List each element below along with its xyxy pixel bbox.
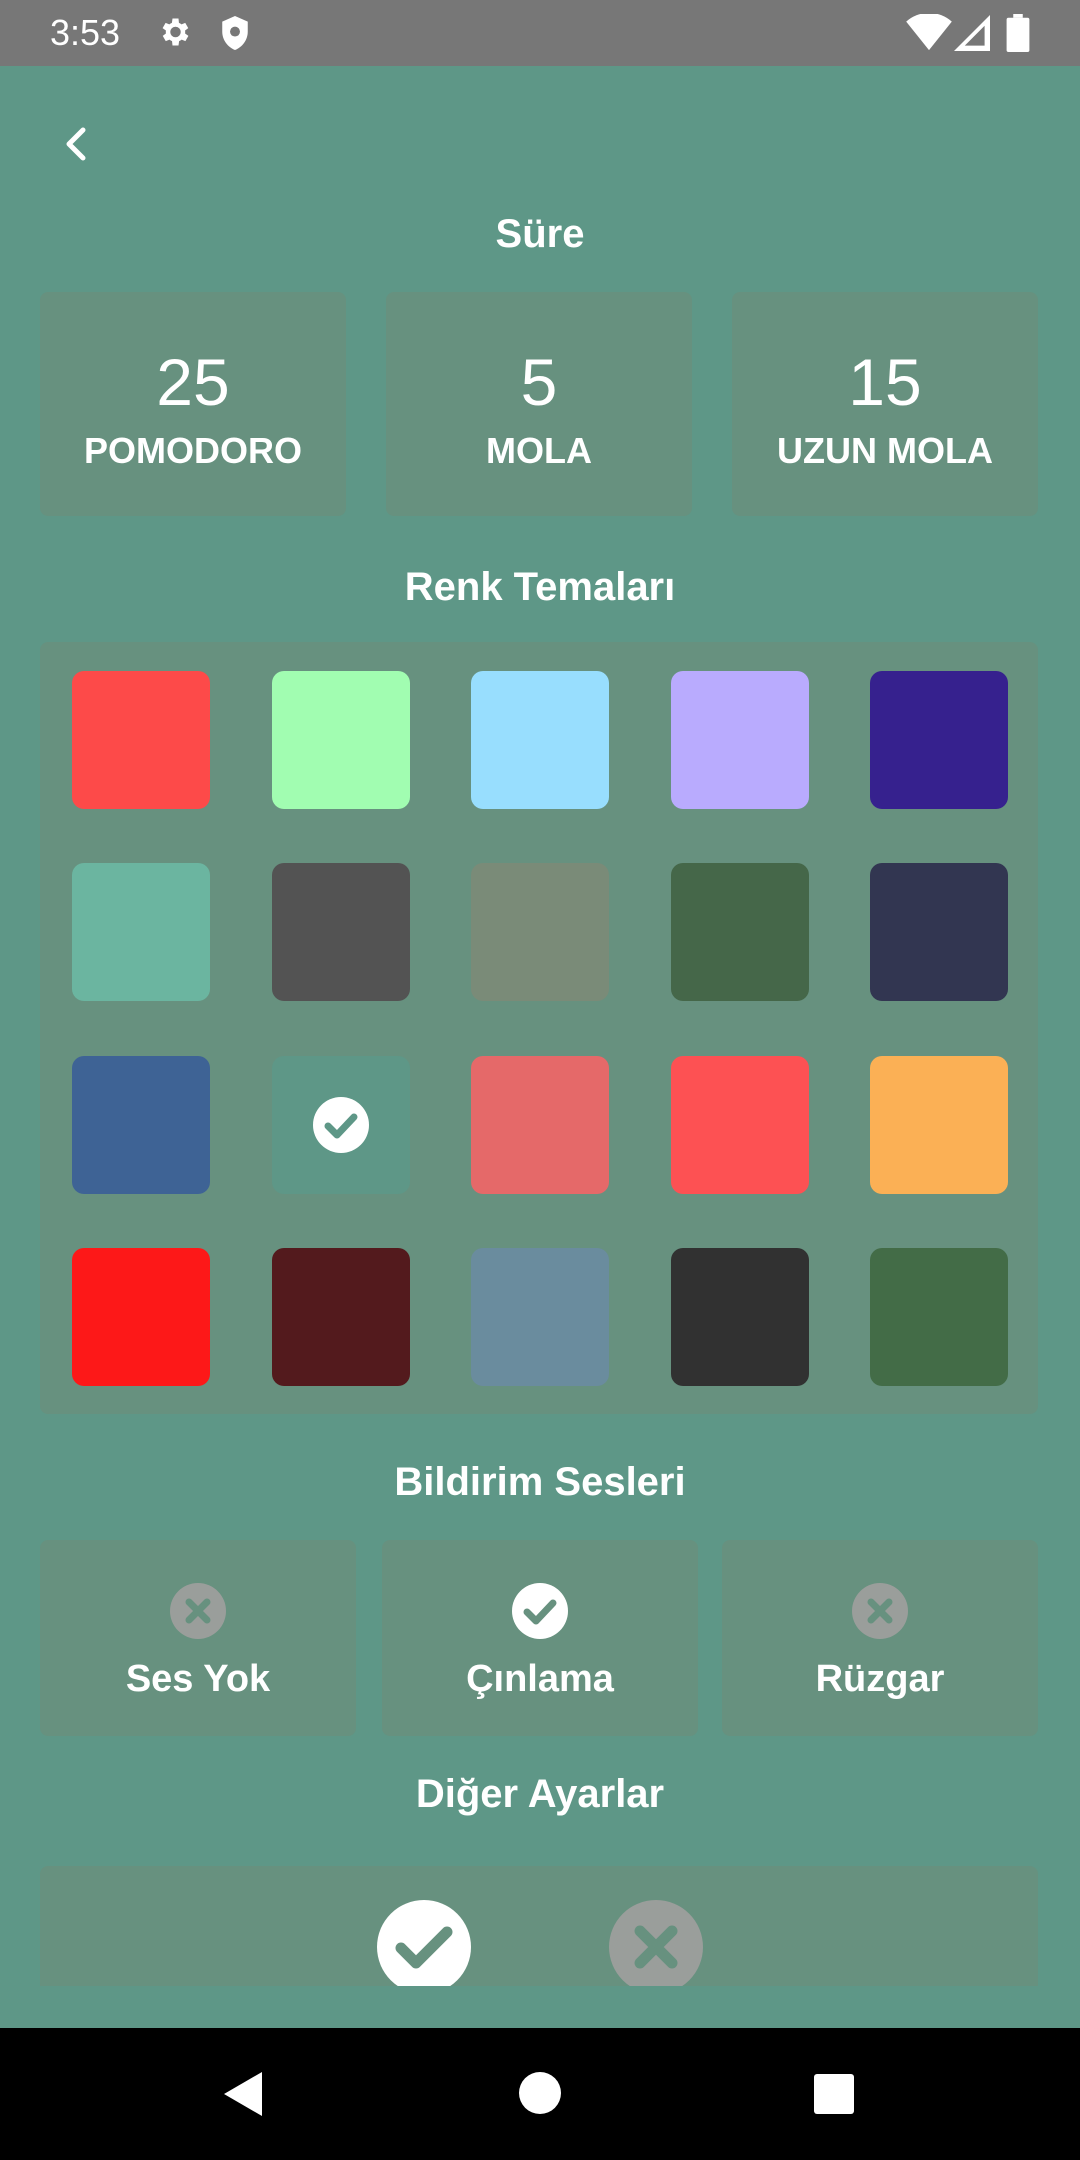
triangle-back-icon [224, 2072, 262, 2116]
check-circle-icon [377, 1900, 471, 1986]
color-swatch[interactable] [72, 671, 210, 809]
color-swatch[interactable] [870, 863, 1008, 1001]
section-title-other: Diğer Ayarlar [415, 1772, 665, 1816]
other-settings-card [40, 1866, 1038, 1986]
color-swatch[interactable] [671, 1056, 809, 1194]
color-swatch[interactable] [272, 1248, 410, 1386]
sound-label: Çınlama [466, 1658, 614, 1700]
color-swatch[interactable] [272, 671, 410, 809]
toggle-on-button[interactable] [377, 1900, 471, 1986]
chevron-left-icon [61, 124, 91, 169]
battery-icon [1006, 14, 1030, 57]
section-title-duration: Süre [495, 212, 585, 256]
navigation-bar [0, 2028, 1080, 2160]
x-circle-icon [170, 1583, 226, 1639]
nav-back-button[interactable] [222, 2070, 264, 2123]
color-swatch[interactable] [870, 1248, 1008, 1386]
section-title-sounds: Bildirim Sesleri [394, 1460, 686, 1504]
sound-option-wind[interactable]: Rüzgar [722, 1540, 1038, 1736]
duration-value: 15 [848, 345, 922, 419]
duration-card-break[interactable]: 5 MOLA [386, 292, 692, 516]
color-swatch[interactable] [671, 1248, 809, 1386]
x-circle-icon [852, 1583, 908, 1639]
duration-label: MOLA [486, 430, 592, 471]
color-swatch[interactable] [471, 671, 609, 809]
square-recents-icon [814, 2074, 854, 2114]
duration-value: 5 [520, 345, 558, 419]
wifi-icon [906, 12, 952, 57]
x-circle-icon [609, 1900, 703, 1986]
sound-label: Ses Yok [125, 1658, 271, 1700]
sound-option-none[interactable]: Ses Yok [40, 1540, 356, 1736]
back-button[interactable] [48, 118, 104, 174]
duration-label: POMODORO [83, 430, 302, 471]
color-swatch[interactable] [72, 1056, 210, 1194]
color-swatch[interactable] [72, 863, 210, 1001]
color-swatch[interactable] [471, 1248, 609, 1386]
color-swatch[interactable] [471, 1056, 609, 1194]
status-time: 3:53 [50, 12, 121, 53]
sound-option-chime[interactable]: Çınlama [382, 1540, 698, 1736]
color-swatch[interactable] [870, 1056, 1008, 1194]
color-swatch[interactable] [671, 863, 809, 1001]
check-circle-icon [512, 1583, 568, 1639]
nav-home-button[interactable] [519, 2072, 561, 2119]
color-swatch[interactable] [272, 863, 410, 1001]
duration-card-long-break[interactable]: 15 UZUN MOLA [732, 292, 1038, 516]
circle-home-icon [519, 2072, 561, 2114]
color-swatch[interactable] [870, 671, 1008, 809]
color-theme-grid [40, 642, 1038, 1414]
duration-card-pomodoro[interactable]: 25 POMODORO [40, 292, 346, 516]
nav-recents-button[interactable] [814, 2074, 854, 2119]
check-circle-icon [313, 1097, 369, 1153]
color-swatch[interactable] [272, 1056, 410, 1194]
status-bar: 3:53 [0, 0, 1080, 66]
duration-value: 25 [156, 345, 230, 419]
settings-gear-icon [156, 14, 192, 55]
signal-icon [954, 14, 990, 57]
shield-icon [218, 14, 252, 57]
section-title-themes: Renk Temaları [404, 565, 676, 609]
color-swatch[interactable] [471, 863, 609, 1001]
color-swatch[interactable] [671, 671, 809, 809]
color-swatch[interactable] [72, 1248, 210, 1386]
duration-label: UZUN MOLA [777, 430, 993, 471]
toggle-off-button[interactable] [609, 1900, 703, 1986]
sound-label: Rüzgar [815, 1658, 945, 1700]
